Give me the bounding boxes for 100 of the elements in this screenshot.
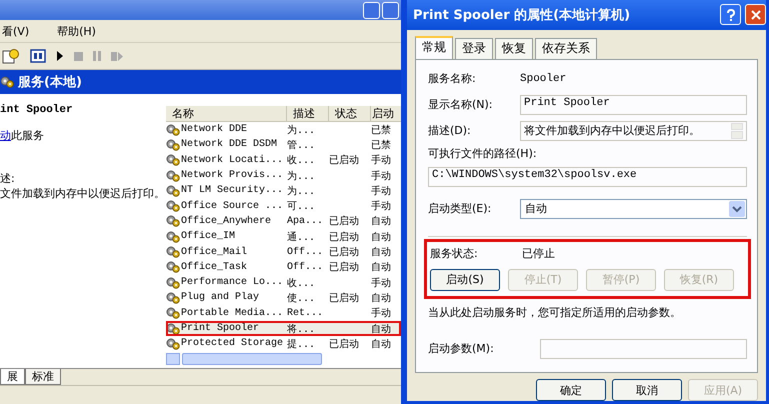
view-tab[interactable]: 展 (0, 369, 25, 385)
service-description: Ret... (287, 308, 324, 319)
description-field[interactable]: 将文件加载到内存中以便迟后打印。 (520, 120, 747, 141)
service-name: Office Source ... (181, 200, 284, 212)
description-label: 述: (0, 171, 16, 186)
gear-icon (166, 200, 180, 212)
service-row[interactable]: Portable Media... Ret... 手动 (166, 306, 401, 321)
service-name: Office_IM (181, 231, 236, 242)
gear-icon (166, 261, 180, 274)
gear-icon (166, 184, 180, 197)
display-name-field[interactable]: Print Spooler (520, 94, 747, 115)
description-text: 文件加载到内存中以便迟后打印。 (0, 186, 166, 201)
service-name: Performance Lo... (181, 277, 284, 288)
service-status: 已启动 (329, 246, 359, 260)
column-header[interactable]: 启动 (371, 106, 398, 121)
service-row[interactable]: Office Source ... 可... 手动 (166, 198, 401, 214)
start-link[interactable]: 动 (0, 129, 11, 142)
scroll-left-button[interactable] (166, 353, 180, 366)
minimize-button[interactable] (363, 2, 380, 18)
service-description: 提... (287, 338, 316, 351)
service-name-value: Spooler (520, 72, 566, 85)
menu-item[interactable]: 看(V) (0, 24, 32, 38)
help-icon[interactable] (2, 48, 20, 64)
gear-icon (0, 76, 14, 88)
service-status-value: 已停止 (522, 246, 555, 262)
service-name: Office_Anywhere (181, 216, 272, 227)
service-description: 管... (287, 139, 316, 152)
service-name: Network DDE DSDM (181, 139, 278, 150)
service-row[interactable]: Protected Storage 提... 已启动 自动 (166, 336, 401, 352)
gear-icon (166, 170, 180, 182)
service-description: 将... (287, 323, 316, 336)
startup-type: 已禁 (371, 138, 392, 152)
field-label: 描述(D): (428, 123, 472, 138)
column-header[interactable]: 描述 (287, 106, 329, 121)
service-description: 可... (287, 200, 316, 214)
gear-icon (166, 292, 180, 304)
tab[interactable]: 恢复 (495, 38, 533, 59)
startup-type: 自动 (371, 215, 392, 228)
gear-icon (166, 276, 180, 289)
service-control-button[interactable]: 启动(S) (430, 268, 500, 291)
service-name: Protected Storage (181, 338, 284, 350)
play-icon[interactable] (56, 51, 64, 61)
start-parameters-field[interactable] (540, 338, 747, 359)
service-row[interactable]: Office_Anywhere Apa... 已启动 自动 (166, 214, 401, 230)
service-row[interactable]: Network Locati... 收... 已启动 手动 (166, 152, 401, 168)
gear-icon (166, 215, 180, 228)
startup-type: 手动 (371, 154, 392, 168)
maximize-button[interactable] (382, 2, 399, 18)
service-name: Network DDE (181, 124, 248, 136)
startup-type: 自动 (371, 322, 392, 336)
service-row[interactable]: Performance Lo... 收... 手动 (166, 274, 401, 290)
service-row[interactable]: Office_IM 通... 已启动 自动 (166, 229, 401, 244)
column-header[interactable]: 状态 (329, 106, 371, 121)
tab[interactable]: 依存关系 (535, 38, 597, 59)
service-name: Portable Media... (181, 308, 284, 319)
column-header[interactable]: 名称 (166, 106, 287, 121)
startup-type: 手动 (371, 184, 392, 198)
field-label: 启动类型(E): (428, 201, 492, 216)
service-status: 已启动 (329, 292, 359, 305)
service-row[interactable]: Network DDE 为... 已禁 (166, 122, 401, 138)
panel-icon[interactable] (30, 49, 46, 63)
service-row[interactable]: Network DDE DSDM 管... 已禁 (166, 137, 401, 153)
dialog-button[interactable]: 取消 (612, 379, 682, 401)
service-title: int Spooler (0, 104, 74, 116)
restart-icon[interactable] (111, 52, 123, 60)
field-label: 服务状态: (430, 246, 479, 262)
service-row[interactable]: Network Provis... 为... 手动 (166, 168, 401, 184)
view-tab[interactable]: 标准 (25, 369, 61, 385)
startup-type: 自动 (371, 338, 392, 351)
gear-icon (166, 154, 180, 166)
help-button[interactable] (720, 4, 741, 26)
startup-type: 自动 (371, 246, 392, 260)
close-button[interactable] (745, 4, 766, 26)
tab[interactable]: 常规 (415, 36, 453, 59)
service-row[interactable]: Plug and Play 使... 已启动 自动 (166, 290, 401, 306)
service-row[interactable]: Print Spooler 将... 自动 (166, 320, 401, 336)
service-name: NT LM Security... (181, 185, 284, 196)
tab[interactable]: 登录 (455, 38, 493, 59)
action-text: 此服务 (11, 129, 44, 142)
gear-icon (166, 307, 180, 320)
startup-type-dropdown[interactable]: 自动 (520, 198, 747, 219)
startup-type: 手动 (371, 276, 392, 290)
path-field: C:\WINDOWS\system32\spoolsv.exe (428, 166, 747, 187)
service-description: 使... (287, 292, 316, 305)
menu-item[interactable]: 帮助(H) (55, 24, 98, 38)
service-status: 已启动 (329, 260, 359, 274)
service-row[interactable]: Office_Task Off... 已启动 自动 (166, 260, 401, 275)
dialog-button[interactable]: 确定 (536, 379, 606, 401)
service-name: Network Locati... (181, 154, 284, 166)
scrollbar-thumb[interactable] (182, 353, 322, 366)
service-row[interactable]: NT LM Security... 为... 手动 (166, 183, 401, 198)
startup-type: 手动 (371, 170, 392, 183)
gear-icon (166, 338, 180, 350)
close-icon (750, 10, 760, 20)
field-label: 启动参数(M): (428, 341, 495, 356)
service-row[interactable]: Office_Mail Off... 已启动 自动 (166, 244, 401, 260)
service-description: 为... (287, 124, 316, 137)
service-description: 收... (287, 154, 316, 168)
service-description: 为... (287, 184, 316, 198)
pane-header: 服务(本地) (18, 74, 82, 91)
